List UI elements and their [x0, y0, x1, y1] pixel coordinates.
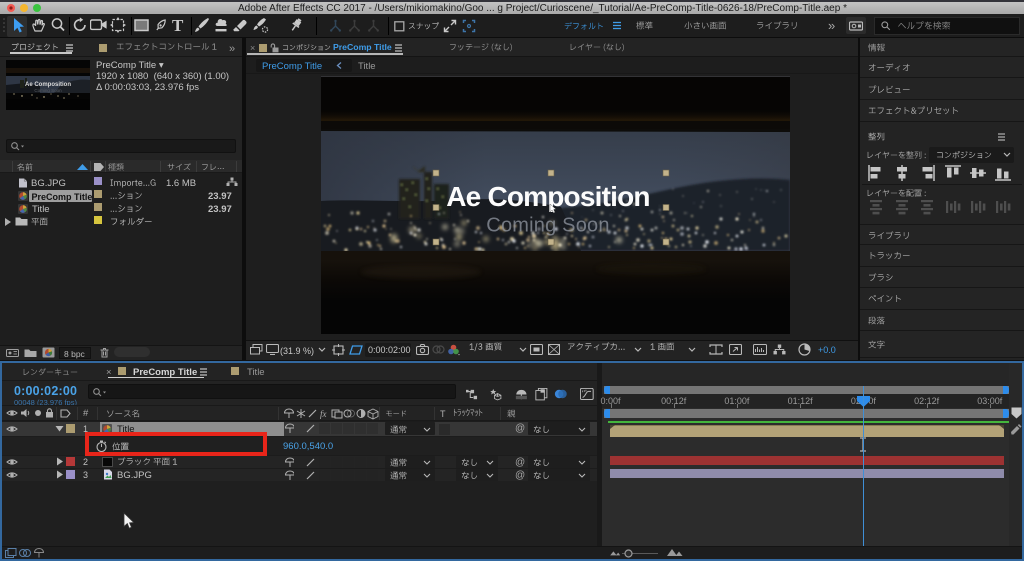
svg-text:T: T [172, 16, 184, 34]
svg-text:Coming Soon: Coming Soon [34, 88, 62, 93]
svg-text:Coming Soon: Coming Soon [486, 215, 609, 237]
svg-text:Ae Composition: Ae Composition [446, 181, 649, 212]
svg-text:fx: fx [320, 409, 327, 419]
